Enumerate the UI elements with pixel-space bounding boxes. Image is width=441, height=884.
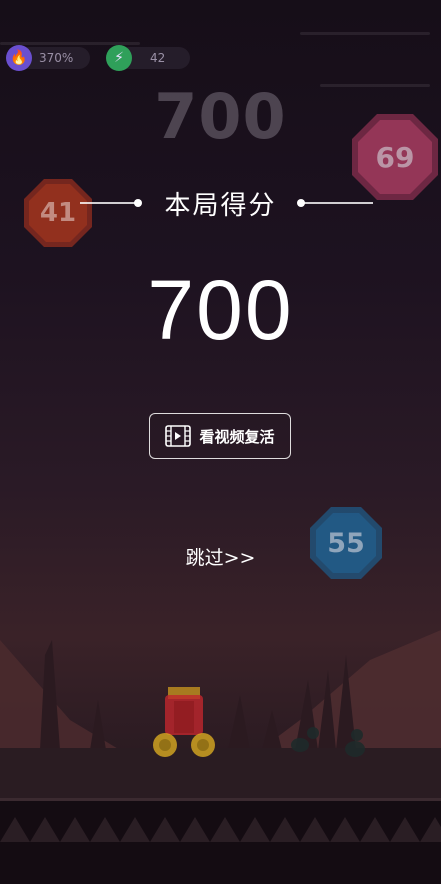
coin-count: 42 (150, 51, 166, 65)
light-streak (300, 32, 430, 35)
skip-button[interactable]: 跳过>> (0, 543, 441, 570)
bolt-icon: ⚡ (106, 45, 132, 71)
power-percent: 370% (39, 51, 74, 65)
cannon-player (153, 687, 215, 757)
flame-icon: 🔥 (6, 45, 32, 71)
title-divider-right (303, 202, 373, 204)
final-score: 700 (147, 263, 294, 357)
video-icon (165, 425, 192, 447)
revive-label: 看视频复活 (199, 427, 275, 446)
score-title-row: 本局得分 (0, 183, 441, 223)
enemy-creatures (291, 727, 365, 757)
watch-video-revive-button[interactable]: 看视频复活 (149, 413, 291, 459)
score-title: 本局得分 (164, 191, 277, 221)
spikes-row (0, 817, 441, 842)
